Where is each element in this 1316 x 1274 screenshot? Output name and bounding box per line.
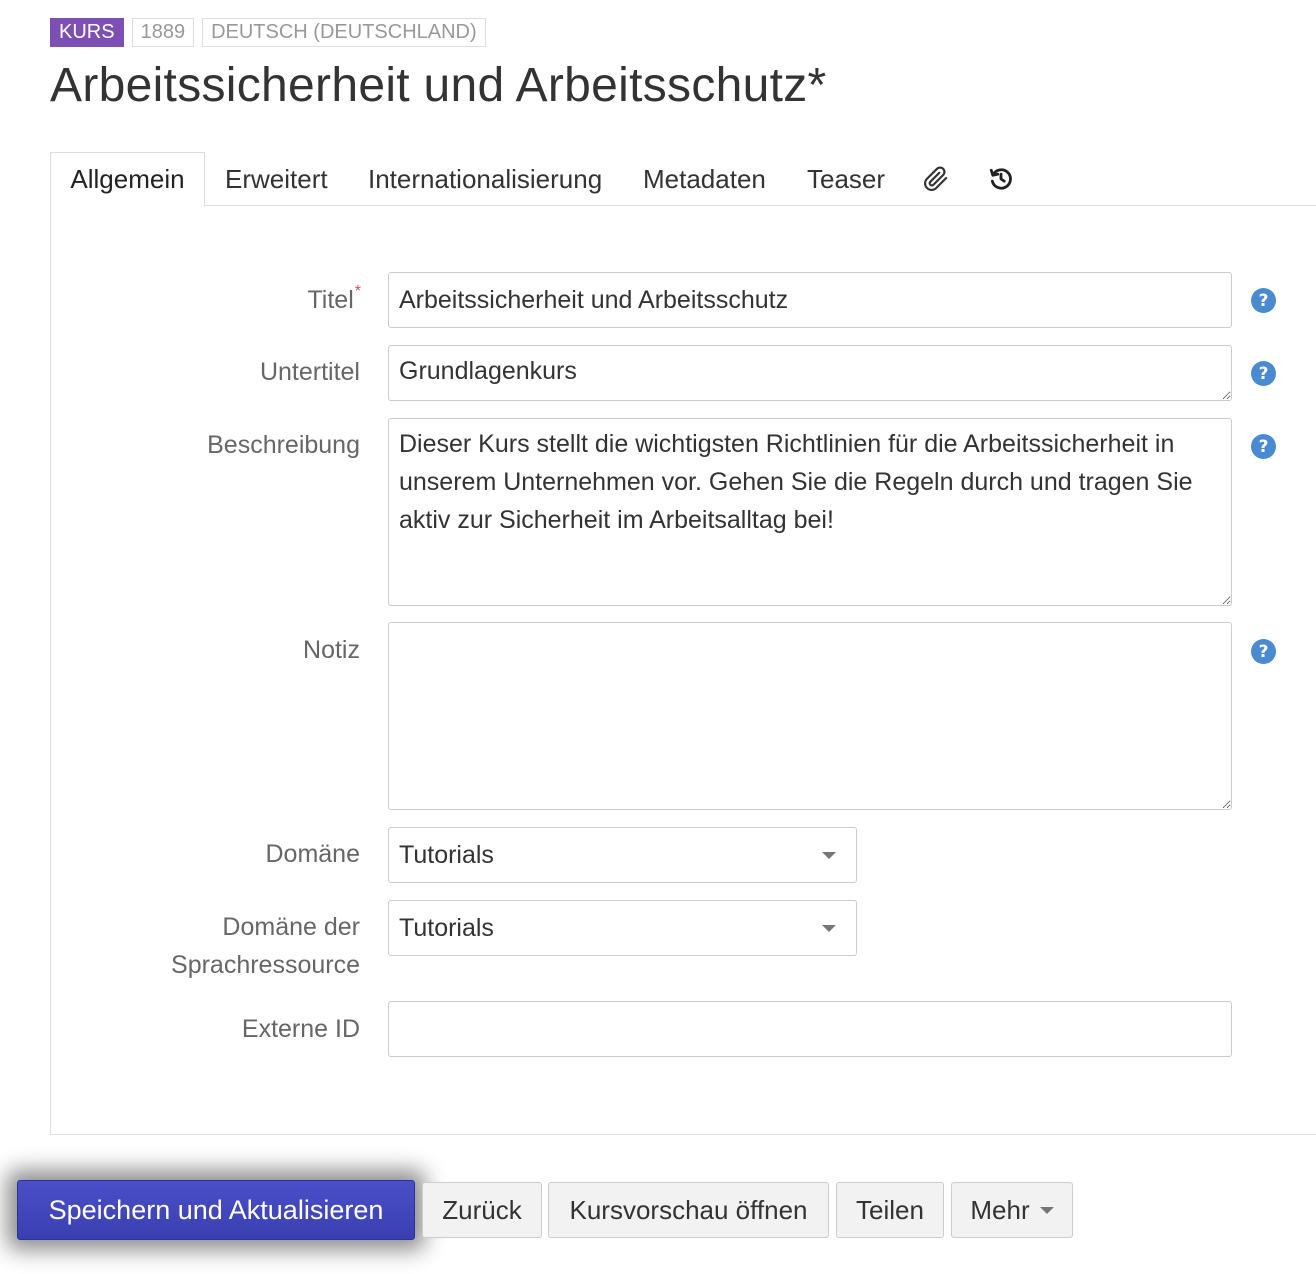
paperclip-icon[interactable]	[923, 166, 949, 192]
course-preview-button[interactable]: Kursvorschau öffnen	[548, 1182, 829, 1238]
external-id-input[interactable]	[388, 1001, 1232, 1057]
page-title: Arbeitssicherheit und Arbeitsschutz*	[50, 59, 827, 112]
tab-advanced[interactable]: Erweitert	[225, 152, 328, 206]
domain-select[interactable]: Tutorials	[388, 827, 857, 883]
subtitle-help-icon[interactable]: ?	[1251, 361, 1276, 386]
history-icon[interactable]	[988, 166, 1014, 192]
back-button[interactable]: Zurück	[422, 1182, 542, 1238]
tab-internationalization[interactable]: Internationalisierung	[368, 152, 602, 206]
language-domain-select[interactable]: Tutorials	[388, 900, 857, 956]
badge-group: KURS 1889 DEUTSCH (DEUTSCHLAND)	[50, 18, 486, 47]
title-help-icon[interactable]: ?	[1251, 288, 1276, 313]
note-help-icon[interactable]: ?	[1251, 639, 1276, 664]
language-domain-label: Domäne der Sprachressource	[171, 913, 360, 979]
save-and-update-button[interactable]: Speichern und Aktualisieren	[17, 1180, 415, 1240]
caret-down-icon	[1039, 1206, 1054, 1214]
description-input[interactable]: Dieser Kurs stellt die wichtigsten Richt…	[388, 418, 1232, 606]
tab-general[interactable]: Allgemein	[50, 152, 205, 207]
language-domain-select-value: Tutorials	[399, 914, 494, 942]
subtitle-input[interactable]: Grundlagenkurs	[388, 345, 1232, 401]
type-badge: KURS	[50, 18, 124, 47]
more-button-label: Mehr	[970, 1194, 1030, 1225]
tab-teaser[interactable]: Teaser	[807, 152, 885, 206]
more-dropdown-button[interactable]: Mehr	[951, 1182, 1073, 1238]
external-id-label: Externe ID	[241, 1015, 360, 1043]
required-mark: *	[354, 283, 361, 300]
title-input[interactable]	[388, 272, 1232, 328]
share-button[interactable]: Teilen	[836, 1182, 944, 1238]
id-badge: 1889	[131, 18, 195, 47]
domain-label: Domäne	[265, 840, 361, 868]
title-label: Titel*	[307, 283, 361, 314]
description-help-icon[interactable]: ?	[1251, 434, 1276, 459]
tab-bar: Allgemein Erweitert Internationalisierun…	[50, 152, 1316, 207]
note-input[interactable]	[388, 622, 1232, 810]
chevron-down-icon	[822, 852, 836, 859]
subtitle-label: Untertitel	[259, 358, 360, 386]
note-label: Notiz	[303, 636, 360, 664]
domain-select-value: Tutorials	[399, 841, 494, 869]
tab-metadata[interactable]: Metadaten	[643, 152, 766, 206]
language-badge: DEUTSCH (DEUTSCHLAND)	[202, 18, 486, 47]
chevron-down-icon	[822, 925, 836, 932]
description-label: Beschreibung	[207, 431, 360, 459]
